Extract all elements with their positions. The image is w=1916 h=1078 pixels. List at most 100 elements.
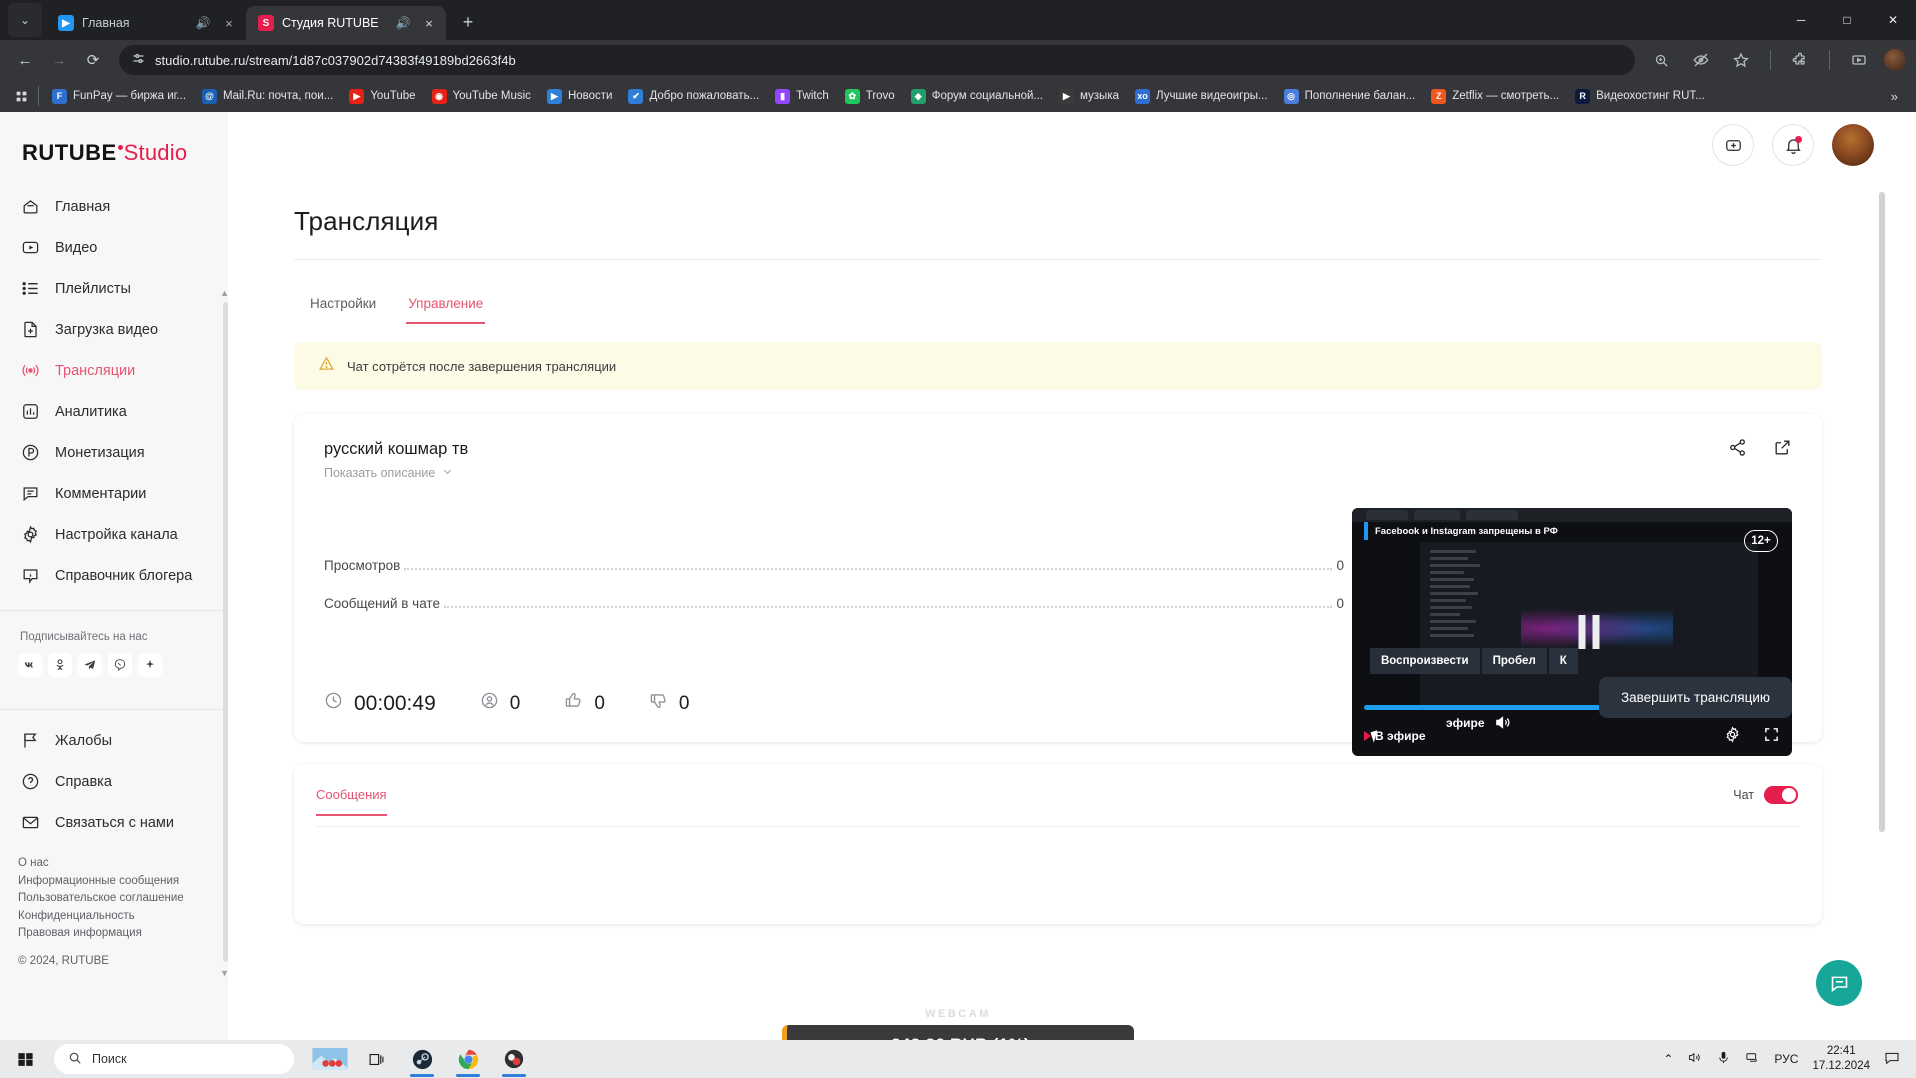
language-indicator[interactable]: РУС: [1774, 1052, 1798, 1066]
bookmark-label: Mail.Ru: почта, пои...: [223, 90, 334, 102]
bookmark-item[interactable]: ◎ Пополнение балан...: [1277, 86, 1423, 107]
sidebar-item-9[interactable]: Настройка канала: [0, 514, 228, 555]
site-settings-icon[interactable]: [131, 51, 146, 69]
footer-link[interactable]: Правовая информация: [18, 925, 228, 943]
clock[interactable]: 22:41 17.12.2024: [1812, 1044, 1870, 1074]
viber-icon[interactable]: [108, 653, 132, 677]
eye-off-icon[interactable]: [1686, 45, 1716, 75]
add-video-icon[interactable]: [1712, 124, 1754, 166]
sidebar-item-5[interactable]: Трансляции: [0, 350, 228, 391]
close-icon[interactable]: ×: [220, 16, 238, 31]
footer-link[interactable]: О нас: [18, 855, 228, 873]
tray-chevron-icon[interactable]: ⌃: [1663, 1052, 1673, 1066]
new-tab-button[interactable]: +: [454, 8, 482, 36]
telegram-icon[interactable]: [78, 653, 102, 677]
obs-icon[interactable]: [492, 1040, 536, 1078]
star-icon[interactable]: [1726, 45, 1756, 75]
chat-bubble-icon[interactable]: [1816, 960, 1862, 1006]
sidebar-item-10[interactable]: Справочник блогера: [0, 555, 228, 596]
avatar[interactable]: [1832, 124, 1874, 166]
sidebar-item-4[interactable]: Загрузка видео: [0, 309, 228, 350]
bookmark-item[interactable]: ◆ Форум социальной...: [904, 86, 1050, 107]
bookmark-favicon: F: [52, 88, 67, 104]
bookmark-item[interactable]: ▶ музыка: [1052, 86, 1126, 107]
speaker-icon[interactable]: 🔊: [194, 16, 212, 30]
stat-label: Сообщений в чате: [324, 596, 440, 611]
forward-icon[interactable]: →: [44, 45, 74, 75]
notification-icon[interactable]: [1884, 1050, 1902, 1069]
chat-toggle[interactable]: [1764, 786, 1798, 804]
more-icon[interactable]: [138, 653, 162, 677]
zoom-icon[interactable]: [1646, 45, 1676, 75]
search-input[interactable]: Поиск: [54, 1044, 294, 1074]
fullscreen-icon[interactable]: [1763, 726, 1780, 746]
stream-preview-player[interactable]: Facebook и Instagram запрещены в РФ 12+ …: [1352, 508, 1792, 756]
speaker-icon[interactable]: 🔊: [394, 16, 412, 30]
maximize-button[interactable]: □: [1824, 0, 1870, 40]
main-scrollbar[interactable]: [1879, 192, 1885, 832]
sidebar-item-6[interactable]: Аналитика: [0, 391, 228, 432]
sidebar-support-item-1[interactable]: Жалобы: [0, 720, 228, 761]
divider: [1829, 50, 1830, 70]
rutube-studio-logo[interactable]: RUTUBE Studio: [0, 112, 228, 180]
share-icon[interactable]: [1728, 438, 1747, 462]
bookmark-item[interactable]: ◉ YouTube Music: [425, 86, 538, 107]
apps-grid-icon[interactable]: [10, 90, 32, 103]
sidebar-support-item-3[interactable]: Связаться с нами: [0, 802, 228, 843]
browser-tab-rutube-studio[interactable]: S Студия RUTUBE 🔊 ×: [246, 6, 446, 40]
puzzle-icon[interactable]: [1785, 45, 1815, 75]
external-link-icon[interactable]: [1773, 438, 1792, 462]
volume-icon[interactable]: [1687, 1050, 1702, 1068]
back-icon[interactable]: ←: [10, 45, 40, 75]
vk-icon[interactable]: [18, 653, 42, 677]
chat-toggle-group: Чат: [1733, 786, 1798, 804]
sidebar-item-7[interactable]: Монетизация: [0, 432, 228, 473]
bookmark-item[interactable]: ✿ Trovo: [838, 86, 902, 107]
sidebar-item-1[interactable]: Главная: [0, 186, 228, 227]
close-icon[interactable]: ×: [420, 16, 438, 31]
tab-management[interactable]: Управление: [392, 296, 499, 324]
bookmark-item[interactable]: R Видеохостинг RUT...: [1568, 86, 1712, 107]
sidebar-item-3[interactable]: Плейлисты: [0, 268, 228, 309]
bookmark-item[interactable]: ▶ Новости: [540, 86, 620, 107]
footer-link[interactable]: Пользовательское соглашение: [18, 890, 228, 908]
picture-icon[interactable]: [308, 1040, 352, 1078]
microphone-icon[interactable]: [1716, 1050, 1731, 1068]
bookmark-item[interactable]: xo Лучшие видеоигры...: [1128, 86, 1275, 107]
sidebar-item-2[interactable]: Видео: [0, 227, 228, 268]
bookmark-item[interactable]: Z Zetflix — смотреть...: [1424, 86, 1566, 107]
network-icon[interactable]: [1745, 1050, 1760, 1068]
minimize-button[interactable]: ─: [1778, 0, 1824, 40]
sidebar-support-item-2[interactable]: Справка: [0, 761, 228, 802]
tab-search-chevron-icon[interactable]: ⌄: [8, 3, 42, 37]
windows-icon[interactable]: [0, 1040, 50, 1078]
address-bar[interactable]: studio.rutube.ru/stream/1d87c037902d7438…: [119, 45, 1635, 75]
footer-link[interactable]: Информационные сообщения: [18, 873, 228, 891]
reload-icon[interactable]: ⟳: [78, 45, 108, 75]
bookmark-item[interactable]: ✔ Добро пожаловать...: [621, 86, 766, 107]
gear-icon[interactable]: [1724, 726, 1741, 746]
browser-profile-avatar[interactable]: [1884, 49, 1906, 71]
media-control-icon[interactable]: [1844, 45, 1874, 75]
bookmark-item[interactable]: ▮ Twitch: [768, 86, 836, 107]
age-rating-badge: 12+: [1744, 530, 1778, 552]
footer-link[interactable]: Конфиденциальность: [18, 908, 228, 926]
tab-messages[interactable]: Сообщения: [316, 787, 387, 816]
tab-settings[interactable]: Настройки: [294, 296, 392, 324]
show-description-toggle[interactable]: Показать описание: [324, 466, 1792, 480]
bell-icon[interactable]: [1772, 124, 1814, 166]
steam-icon[interactable]: [400, 1040, 444, 1078]
bookmark-item[interactable]: ▶ YouTube: [342, 86, 422, 107]
close-window-button[interactable]: ✕: [1870, 0, 1916, 40]
sidebar-item-8[interactable]: Комментарии: [0, 473, 228, 514]
end-stream-button[interactable]: Завершить трансляцию: [1598, 677, 1792, 718]
bookmark-item[interactable]: @ Mail.Ru: почта, пои...: [195, 86, 340, 107]
bookmark-label: Добро пожаловать...: [649, 90, 760, 102]
taskview-icon[interactable]: [354, 1040, 398, 1078]
bookmarks-overflow-icon[interactable]: »: [1883, 89, 1906, 104]
chrome-icon[interactable]: [446, 1040, 490, 1078]
volume-icon[interactable]: [1494, 714, 1511, 734]
odnoklassniki-icon[interactable]: [48, 653, 72, 677]
bookmark-item[interactable]: F FunPay — биржа иг...: [45, 86, 193, 107]
browser-tab-glavnaya[interactable]: ▶ Главная 🔊 ×: [46, 6, 246, 40]
